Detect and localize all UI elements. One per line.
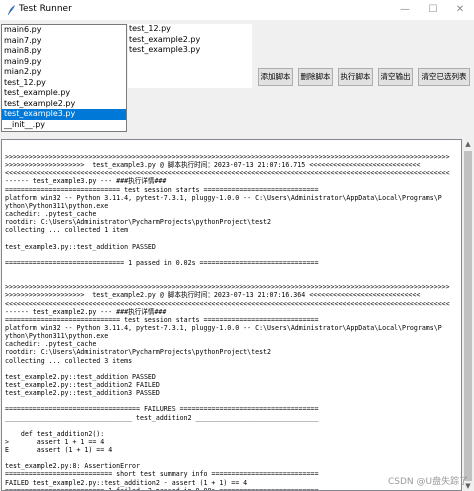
output-line: test_example2.py:8: AssertionError bbox=[5, 462, 140, 471]
output-line: >>>>>>>>>>>>>>>>>>>> test_example2.py @ … bbox=[5, 291, 421, 300]
output-line: collecting ... collected 1 item bbox=[5, 226, 129, 235]
output-line: ________________________________ test_ad… bbox=[5, 413, 319, 422]
file-list-item[interactable]: test_example2.py bbox=[2, 99, 126, 110]
output-line: ython\Python311\python.exe bbox=[5, 201, 109, 210]
output-line: ========================= 1 failed, 2 pa… bbox=[5, 486, 319, 491]
file-list-item[interactable]: __init__.py bbox=[2, 120, 126, 131]
output-line: test_example3.py::test_addition PASSED bbox=[5, 242, 156, 251]
clear-output-button[interactable]: 清空输出 bbox=[378, 68, 413, 86]
output-line: E assert (1 + 1) == 4 bbox=[5, 446, 113, 455]
selected-list-item[interactable]: test_12.py bbox=[128, 24, 252, 35]
output-line: >>>>>>>>>>>>>>>>>>>>>>>>>>>>>>>>>>>>>>>>… bbox=[5, 153, 450, 161]
file-list-item-selected[interactable]: test_example3.py bbox=[2, 109, 126, 120]
file-list-item[interactable]: mian2.py bbox=[2, 67, 126, 78]
output-line: ------ test_example3.py --- ###执行详情### bbox=[5, 177, 167, 186]
file-list-item[interactable]: main6.py bbox=[2, 25, 126, 36]
scroll-up-arrow-icon[interactable]: ▲ bbox=[462, 139, 474, 149]
output-line: rootdir: C:\Users\Administrator\PycharmP… bbox=[5, 348, 271, 357]
output-line: ============================= test sessi… bbox=[5, 315, 319, 324]
output-line: ============================== 1 passed … bbox=[5, 258, 319, 267]
add-script-button[interactable]: 添加脚本 bbox=[258, 68, 293, 86]
title-bar: Test Runner — ☐ ✕ bbox=[0, 0, 474, 20]
output-scrollbar[interactable]: ▲ ▼ bbox=[462, 139, 474, 491]
minimize-button[interactable]: — bbox=[392, 2, 418, 18]
file-list-item[interactable]: main7.py bbox=[2, 36, 126, 47]
output-line: test_example2.py::test_addition PASSED bbox=[5, 372, 156, 381]
output-line: def test_addition2(): bbox=[5, 429, 105, 438]
output-line: ython\Python311\python.exe bbox=[5, 332, 109, 341]
watermark: CSDN @U盘失踪了 bbox=[388, 477, 469, 487]
clear-selected-button[interactable]: 清空已选列表 bbox=[418, 68, 470, 86]
scroll-thumb[interactable] bbox=[464, 151, 472, 481]
file-list-item[interactable]: test_example.py bbox=[2, 88, 126, 99]
run-script-button[interactable]: 执行脚本 bbox=[338, 68, 373, 86]
output-line: test_example2.py::test_addition2 FAILED bbox=[5, 380, 160, 389]
output-line: ============================= test sessi… bbox=[5, 185, 319, 194]
file-list-item[interactable]: main9.py bbox=[2, 57, 126, 68]
output-line: > assert 1 + 1 == 4 bbox=[5, 437, 105, 446]
output-line: <<<<<<<<<<<<<<<<<<<<<<<<<<<<<<<<<<<<<<<<… bbox=[5, 299, 450, 308]
output-lines: >>>>>>>>>>>>>>>>>>>>>>>>>>>>>>>>>>>>>>>>… bbox=[5, 153, 461, 491]
selected-script-list[interactable]: test_12.py test_example2.py test_example… bbox=[128, 24, 252, 88]
maximize-button[interactable]: ☐ bbox=[420, 2, 446, 18]
output-line: platform win32 -- Python 3.11.4, pytest-… bbox=[5, 193, 442, 202]
window-title: Test Runner bbox=[19, 4, 72, 14]
output-line: collecting ... collected 3 items bbox=[5, 356, 133, 365]
output-line: >>>>>>>>>>>>>>>>>>>> test_example3.py @ … bbox=[5, 161, 421, 170]
close-button[interactable]: ✕ bbox=[447, 2, 473, 18]
file-list-item[interactable]: main8.py bbox=[2, 46, 126, 57]
output-text-area[interactable]: >>>>>>>>>>>>>>>>>>>>>>>>>>>>>>>>>>>>>>>>… bbox=[1, 139, 462, 491]
output-line: ------ test_example2.py --- ###执行详情### bbox=[5, 307, 167, 316]
delete-script-button[interactable]: 删除脚本 bbox=[298, 68, 333, 86]
output-line: cachedir: .pytest_cache bbox=[5, 340, 97, 349]
feather-icon bbox=[7, 5, 15, 16]
output-line: test_example2.py::test_addition3 PASSED bbox=[5, 389, 160, 398]
script-file-list[interactable]: main6.py main7.py main8.py main9.py mian… bbox=[1, 24, 127, 132]
selected-list-item[interactable]: test_example2.py bbox=[128, 35, 252, 46]
output-line: cachedir: .pytest_cache bbox=[5, 209, 97, 218]
file-list-item[interactable]: test_12.py bbox=[2, 78, 126, 89]
output-line: rootdir: C:\Users\Administrator\PycharmP… bbox=[5, 218, 271, 227]
output-line: ================================== FAILU… bbox=[5, 405, 319, 414]
output-line: platform win32 -- Python 3.11.4, pytest-… bbox=[5, 323, 442, 332]
selected-list-item[interactable]: test_example3.py bbox=[128, 45, 252, 56]
